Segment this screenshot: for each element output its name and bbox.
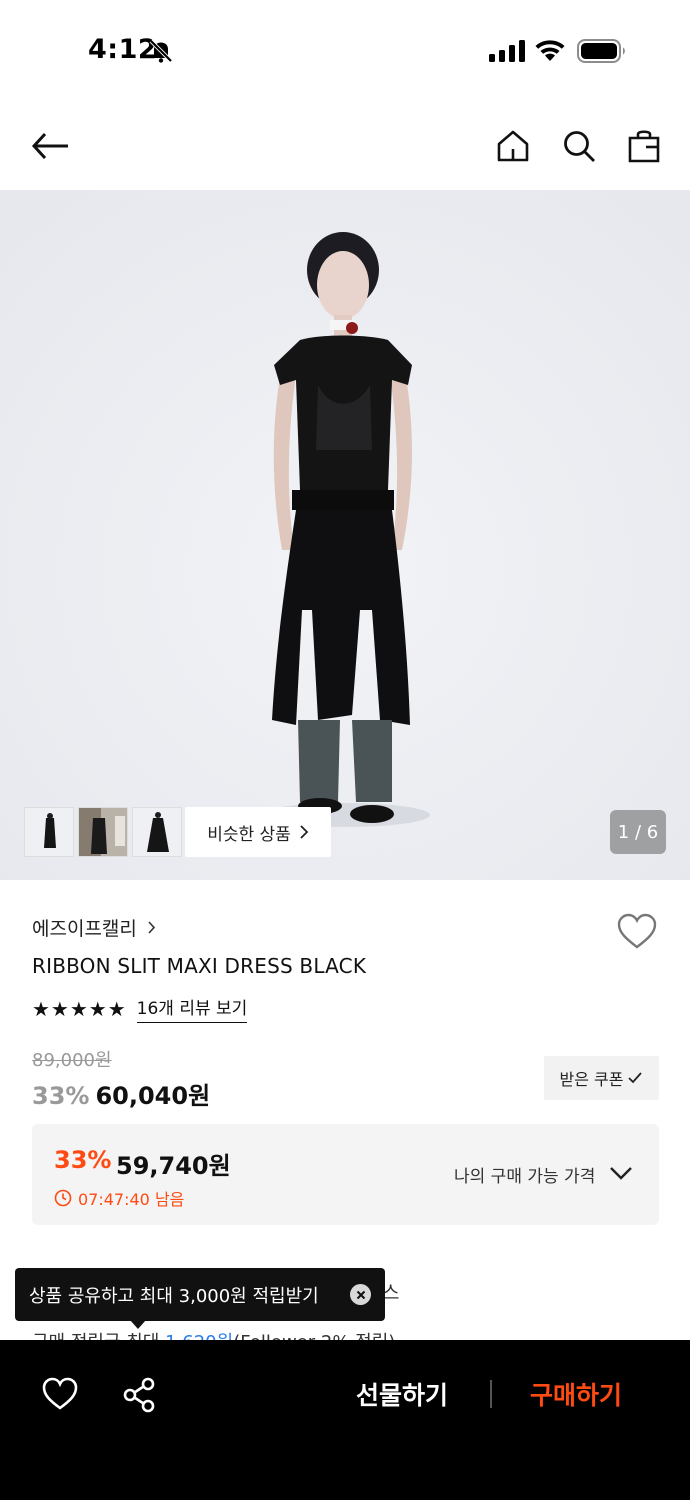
share-reward-toast: 상품 공유하고 최대 3,000원 적립받기	[15, 1268, 385, 1321]
home-icon	[497, 130, 529, 162]
status-bar: 4:12	[0, 0, 690, 100]
product-title: RIBBON SLIT MAXI DRESS BLACK	[32, 954, 367, 978]
my-price-value: 59,740원	[116, 1152, 231, 1180]
original-price: 89,000원	[32, 1050, 112, 1071]
bottom-action-bar: 선물하기 구매하기	[0, 1340, 690, 1500]
chevron-right-icon	[148, 921, 155, 934]
sale-price: 60,040원	[95, 1082, 211, 1110]
thumbnail-3[interactable]	[132, 807, 182, 857]
my-price-discount: 33%	[54, 1146, 112, 1174]
top-navigation	[0, 100, 690, 190]
thumbnail-1[interactable]	[24, 807, 74, 857]
search-button[interactable]	[557, 124, 601, 168]
bell-off-icon	[149, 39, 173, 63]
thumbnail-strip	[24, 807, 182, 857]
shopping-bag-icon	[628, 130, 660, 163]
product-image-carousel[interactable]: 비슷한 상품 1 / 6	[0, 190, 690, 880]
cart-button[interactable]	[622, 124, 666, 168]
toast-pointer	[130, 1320, 146, 1329]
close-icon	[356, 1290, 365, 1299]
share-icon[interactable]	[121, 1376, 159, 1414]
back-button[interactable]	[28, 124, 72, 168]
brand-name: 에즈이프캘리	[32, 918, 137, 940]
check-icon	[628, 1072, 643, 1084]
toast-close-button[interactable]	[350, 1284, 371, 1305]
my-price-label: 나의 구매 가능 가격	[454, 1167, 596, 1187]
heart-icon	[617, 913, 657, 949]
cellular-signal-icon	[489, 40, 525, 62]
battery-icon	[577, 39, 625, 63]
gift-button[interactable]: 선물하기	[356, 1376, 448, 1412]
countdown-text: 07:47:40 남음	[78, 1190, 185, 1209]
buy-button[interactable]: 구매하기	[530, 1376, 622, 1412]
review-link[interactable]: 16개 리뷰 보기	[136, 994, 248, 1023]
chevron-right-icon	[300, 825, 309, 839]
my-purchase-price-box[interactable]: 33% 59,740원 07:47:40 남음 나의 구매 가능 가격	[32, 1124, 659, 1225]
received-coupon-button[interactable]: 받은 쿠폰	[544, 1056, 659, 1100]
toast-message: 상품 공유하고 최대 3,000원 적립받기	[29, 1285, 319, 1307]
rating-stars: ★★★★★	[32, 996, 127, 1021]
clock-icon	[54, 1189, 72, 1207]
arrow-left-icon	[31, 132, 68, 160]
wishlist-heart-icon[interactable]	[40, 1374, 80, 1414]
brand-link[interactable]: 에즈이프캘리	[32, 914, 156, 941]
image-pager-indicator: 1 / 6	[610, 810, 666, 854]
rating-row: ★★★★★ 16개 리뷰 보기	[32, 994, 248, 1023]
home-button[interactable]	[491, 124, 535, 168]
price-row: 33% 60,040원	[32, 1076, 210, 1111]
wishlist-button[interactable]	[615, 910, 659, 954]
similar-products-label: 비슷한 상품	[207, 824, 291, 845]
similar-products-button[interactable]: 비슷한 상품	[185, 807, 331, 857]
chevron-down-icon	[610, 1167, 632, 1180]
product-photo	[0, 190, 690, 880]
wifi-icon	[535, 40, 565, 61]
action-divider	[490, 1380, 492, 1408]
status-time: 4:12	[88, 34, 158, 65]
discount-rate: 33%	[32, 1082, 90, 1110]
coupon-label: 받은 쿠폰	[559, 1070, 624, 1089]
countdown-timer: 07:47:40 남음	[54, 1186, 184, 1210]
thumbnail-2[interactable]	[78, 807, 128, 857]
search-icon	[564, 131, 595, 162]
